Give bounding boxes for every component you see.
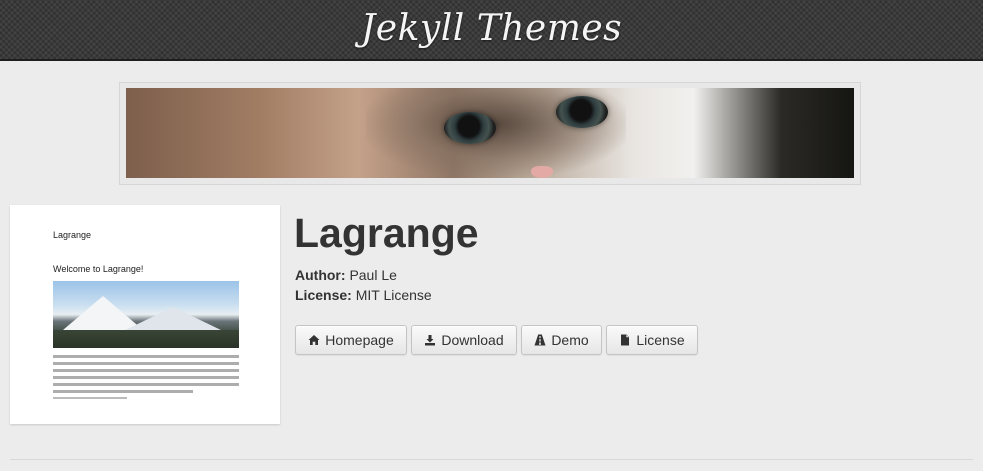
preview-text-line [53, 355, 239, 358]
license-label: License: [295, 287, 352, 303]
demo-button-label: Demo [551, 332, 589, 348]
preview-mountain-peak [123, 307, 223, 331]
preview-footer-line [53, 397, 128, 399]
download-icon [424, 334, 436, 346]
author-value: Paul Le [349, 267, 397, 283]
preview-heading: Welcome to Lagrange! [53, 264, 144, 274]
preview-text-line [53, 369, 239, 372]
preview-text-line [53, 383, 239, 386]
preview-title-row: Lagrange [53, 225, 243, 240]
preview-text-line [53, 390, 193, 393]
preview-site-title: Lagrange [53, 230, 92, 240]
section-divider [10, 459, 973, 460]
road-icon [534, 334, 546, 346]
demo-button[interactable]: Demo [521, 325, 602, 355]
theme-screenshot[interactable]: Lagrange Welcome to Lagrange! [10, 205, 280, 424]
theme-name: Lagrange [294, 210, 479, 256]
preview-text-line [53, 362, 239, 365]
homepage-button[interactable]: Homepage [295, 325, 407, 355]
banner-frame [119, 82, 861, 185]
download-button-label: Download [441, 332, 504, 348]
banner-kitten-eye-left [444, 112, 496, 144]
license-button[interactable]: License [606, 325, 698, 355]
site-title-link[interactable]: Jekyll Themes [361, 8, 622, 49]
license-button-label: License [636, 332, 685, 348]
preview-body-text [53, 355, 239, 399]
banner-kitten-eye-right [556, 96, 608, 128]
home-icon [308, 334, 320, 346]
homepage-button-label: Homepage [325, 332, 394, 348]
theme-license: License: MIT License [295, 287, 432, 303]
download-button[interactable]: Download [411, 325, 517, 355]
banner-kitten-nose [531, 166, 553, 178]
preview-text-line [53, 376, 239, 379]
author-label: Author: [295, 267, 346, 283]
license-value: MIT License [355, 287, 432, 303]
preview-treeline [53, 330, 239, 348]
site-header: Jekyll Themes [0, 0, 983, 61]
theme-author: Author: Paul Le [295, 267, 397, 283]
file-icon [619, 334, 631, 346]
banner-image-kitten [126, 88, 854, 178]
preview-mountain-image [53, 281, 239, 348]
